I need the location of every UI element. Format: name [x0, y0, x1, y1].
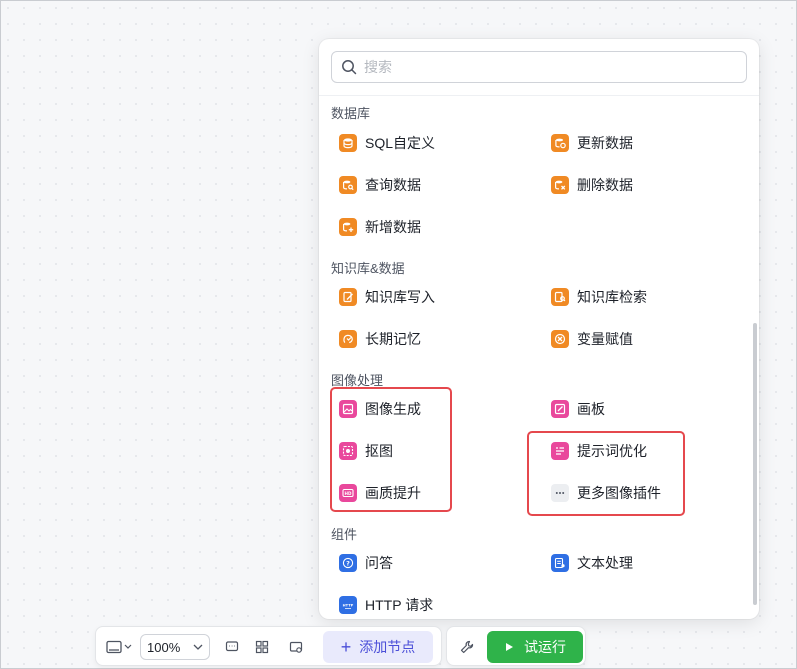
svg-text:?: ?	[346, 559, 350, 567]
svg-text:HD: HD	[345, 491, 353, 496]
test-run-label: 试运行	[524, 639, 566, 655]
layout-button[interactable]	[248, 633, 276, 661]
section-title-database: 数据库	[331, 106, 371, 121]
comment-button[interactable]	[218, 633, 246, 661]
node-label: SQL自定义	[365, 135, 436, 151]
node-long-term-memory[interactable]: 长期记忆	[339, 324, 421, 354]
node-label: 知识库检索	[577, 289, 647, 305]
node-label: 变量赋值	[577, 331, 633, 347]
minimap-toggle[interactable]	[102, 633, 136, 661]
node-update-data[interactable]: 更新数据	[551, 128, 633, 158]
node-image-generation[interactable]: 图像生成	[339, 394, 421, 424]
node-label: 抠图	[365, 443, 393, 459]
more-icon	[551, 484, 569, 502]
zoom-value: 100%	[147, 639, 181, 655]
comment-icon	[225, 641, 239, 652]
preview-icon	[289, 641, 303, 653]
node-quality-upscale[interactable]: HD 画质提升	[339, 478, 421, 508]
database-delete-icon	[551, 176, 569, 194]
node-label: 图像生成	[365, 401, 421, 417]
cutout-icon	[339, 442, 357, 460]
search-icon	[342, 60, 357, 75]
node-label: 提示词优化	[577, 443, 647, 459]
node-add-data[interactable]: 新增数据	[339, 212, 421, 242]
node-label: 删除数据	[577, 177, 633, 193]
database-search-icon	[339, 176, 357, 194]
knowledge-write-icon	[339, 288, 357, 306]
node-http-request[interactable]: HTTP HTTP 请求	[339, 590, 433, 619]
add-node-label: 添加节点	[359, 639, 416, 655]
test-run-button[interactable]: 试运行	[487, 631, 583, 663]
node-knowledge-write[interactable]: 知识库写入	[339, 282, 435, 312]
prompt-optimize-icon	[551, 442, 569, 460]
wrench-icon	[460, 640, 474, 654]
node-query-data[interactable]: 查询数据	[339, 170, 421, 200]
memory-icon	[339, 330, 357, 348]
search-input[interactable]	[364, 57, 734, 77]
node-label: 问答	[365, 555, 393, 571]
run-toolbar: 试运行	[446, 626, 586, 666]
node-knowledge-search[interactable]: 知识库检索	[551, 282, 647, 312]
text-processing-icon	[551, 554, 569, 572]
node-label: 知识库写入	[365, 289, 435, 305]
section-title-knowledge: 知识库&数据	[331, 261, 405, 276]
knowledge-search-icon	[551, 288, 569, 306]
chevron-down-icon	[193, 644, 203, 650]
node-delete-data[interactable]: 删除数据	[551, 170, 633, 200]
node-picker-panel: 数据库 SQL自定义 更新数据 查询数据 删除数据 新增数据 知识库&数据 知识…	[319, 39, 759, 619]
node-label: 新增数据	[365, 219, 421, 235]
node-canvas[interactable]: 画板	[551, 394, 605, 424]
node-label: 更新数据	[577, 135, 633, 151]
database-add-icon	[339, 218, 357, 236]
image-generate-icon	[339, 400, 357, 418]
node-label: 画质提升	[365, 485, 421, 501]
hd-icon: HD	[339, 484, 357, 502]
node-cutout[interactable]: 抠图	[339, 436, 393, 466]
http-icon: HTTP	[339, 596, 357, 614]
variable-icon	[551, 330, 569, 348]
node-label: 文本处理	[577, 555, 633, 571]
play-icon	[506, 643, 513, 651]
question-icon: ?	[339, 554, 357, 572]
node-label: 更多图像插件	[577, 485, 661, 501]
node-text-processing[interactable]: 文本处理	[551, 548, 633, 578]
database-update-icon	[551, 134, 569, 152]
svg-text:HTTP: HTTP	[343, 604, 354, 608]
node-label: HTTP 请求	[365, 597, 434, 613]
node-prompt-optimize[interactable]: 提示词优化	[551, 436, 647, 466]
database-icon	[339, 134, 357, 152]
settings-button[interactable]	[453, 633, 481, 661]
node-label: 长期记忆	[365, 331, 421, 347]
node-variable-assign[interactable]: 变量赋值	[551, 324, 633, 354]
add-node-button[interactable]: + 添加节点	[323, 631, 433, 663]
section-title-image: 图像处理	[331, 373, 384, 388]
section-title-components: 组件	[331, 527, 358, 542]
node-sql-custom[interactable]: SQL自定义	[339, 128, 435, 158]
node-label: 查询数据	[365, 177, 421, 193]
grid-layout-icon	[255, 640, 269, 654]
node-qa[interactable]: ? 问答	[339, 548, 393, 578]
zoom-select[interactable]: 100%	[140, 634, 210, 660]
canvas-toolbar: 100% + 添加节点	[95, 626, 442, 666]
canvas-icon	[551, 400, 569, 418]
divider	[319, 95, 759, 96]
preview-button[interactable]	[282, 633, 310, 661]
node-more-image-plugins[interactable]: 更多图像插件	[551, 478, 661, 508]
minimap-icon	[106, 640, 132, 654]
search-box[interactable]	[331, 51, 747, 83]
node-label: 画板	[577, 401, 605, 417]
scrollbar[interactable]	[753, 323, 757, 605]
plus-icon: +	[340, 637, 352, 657]
